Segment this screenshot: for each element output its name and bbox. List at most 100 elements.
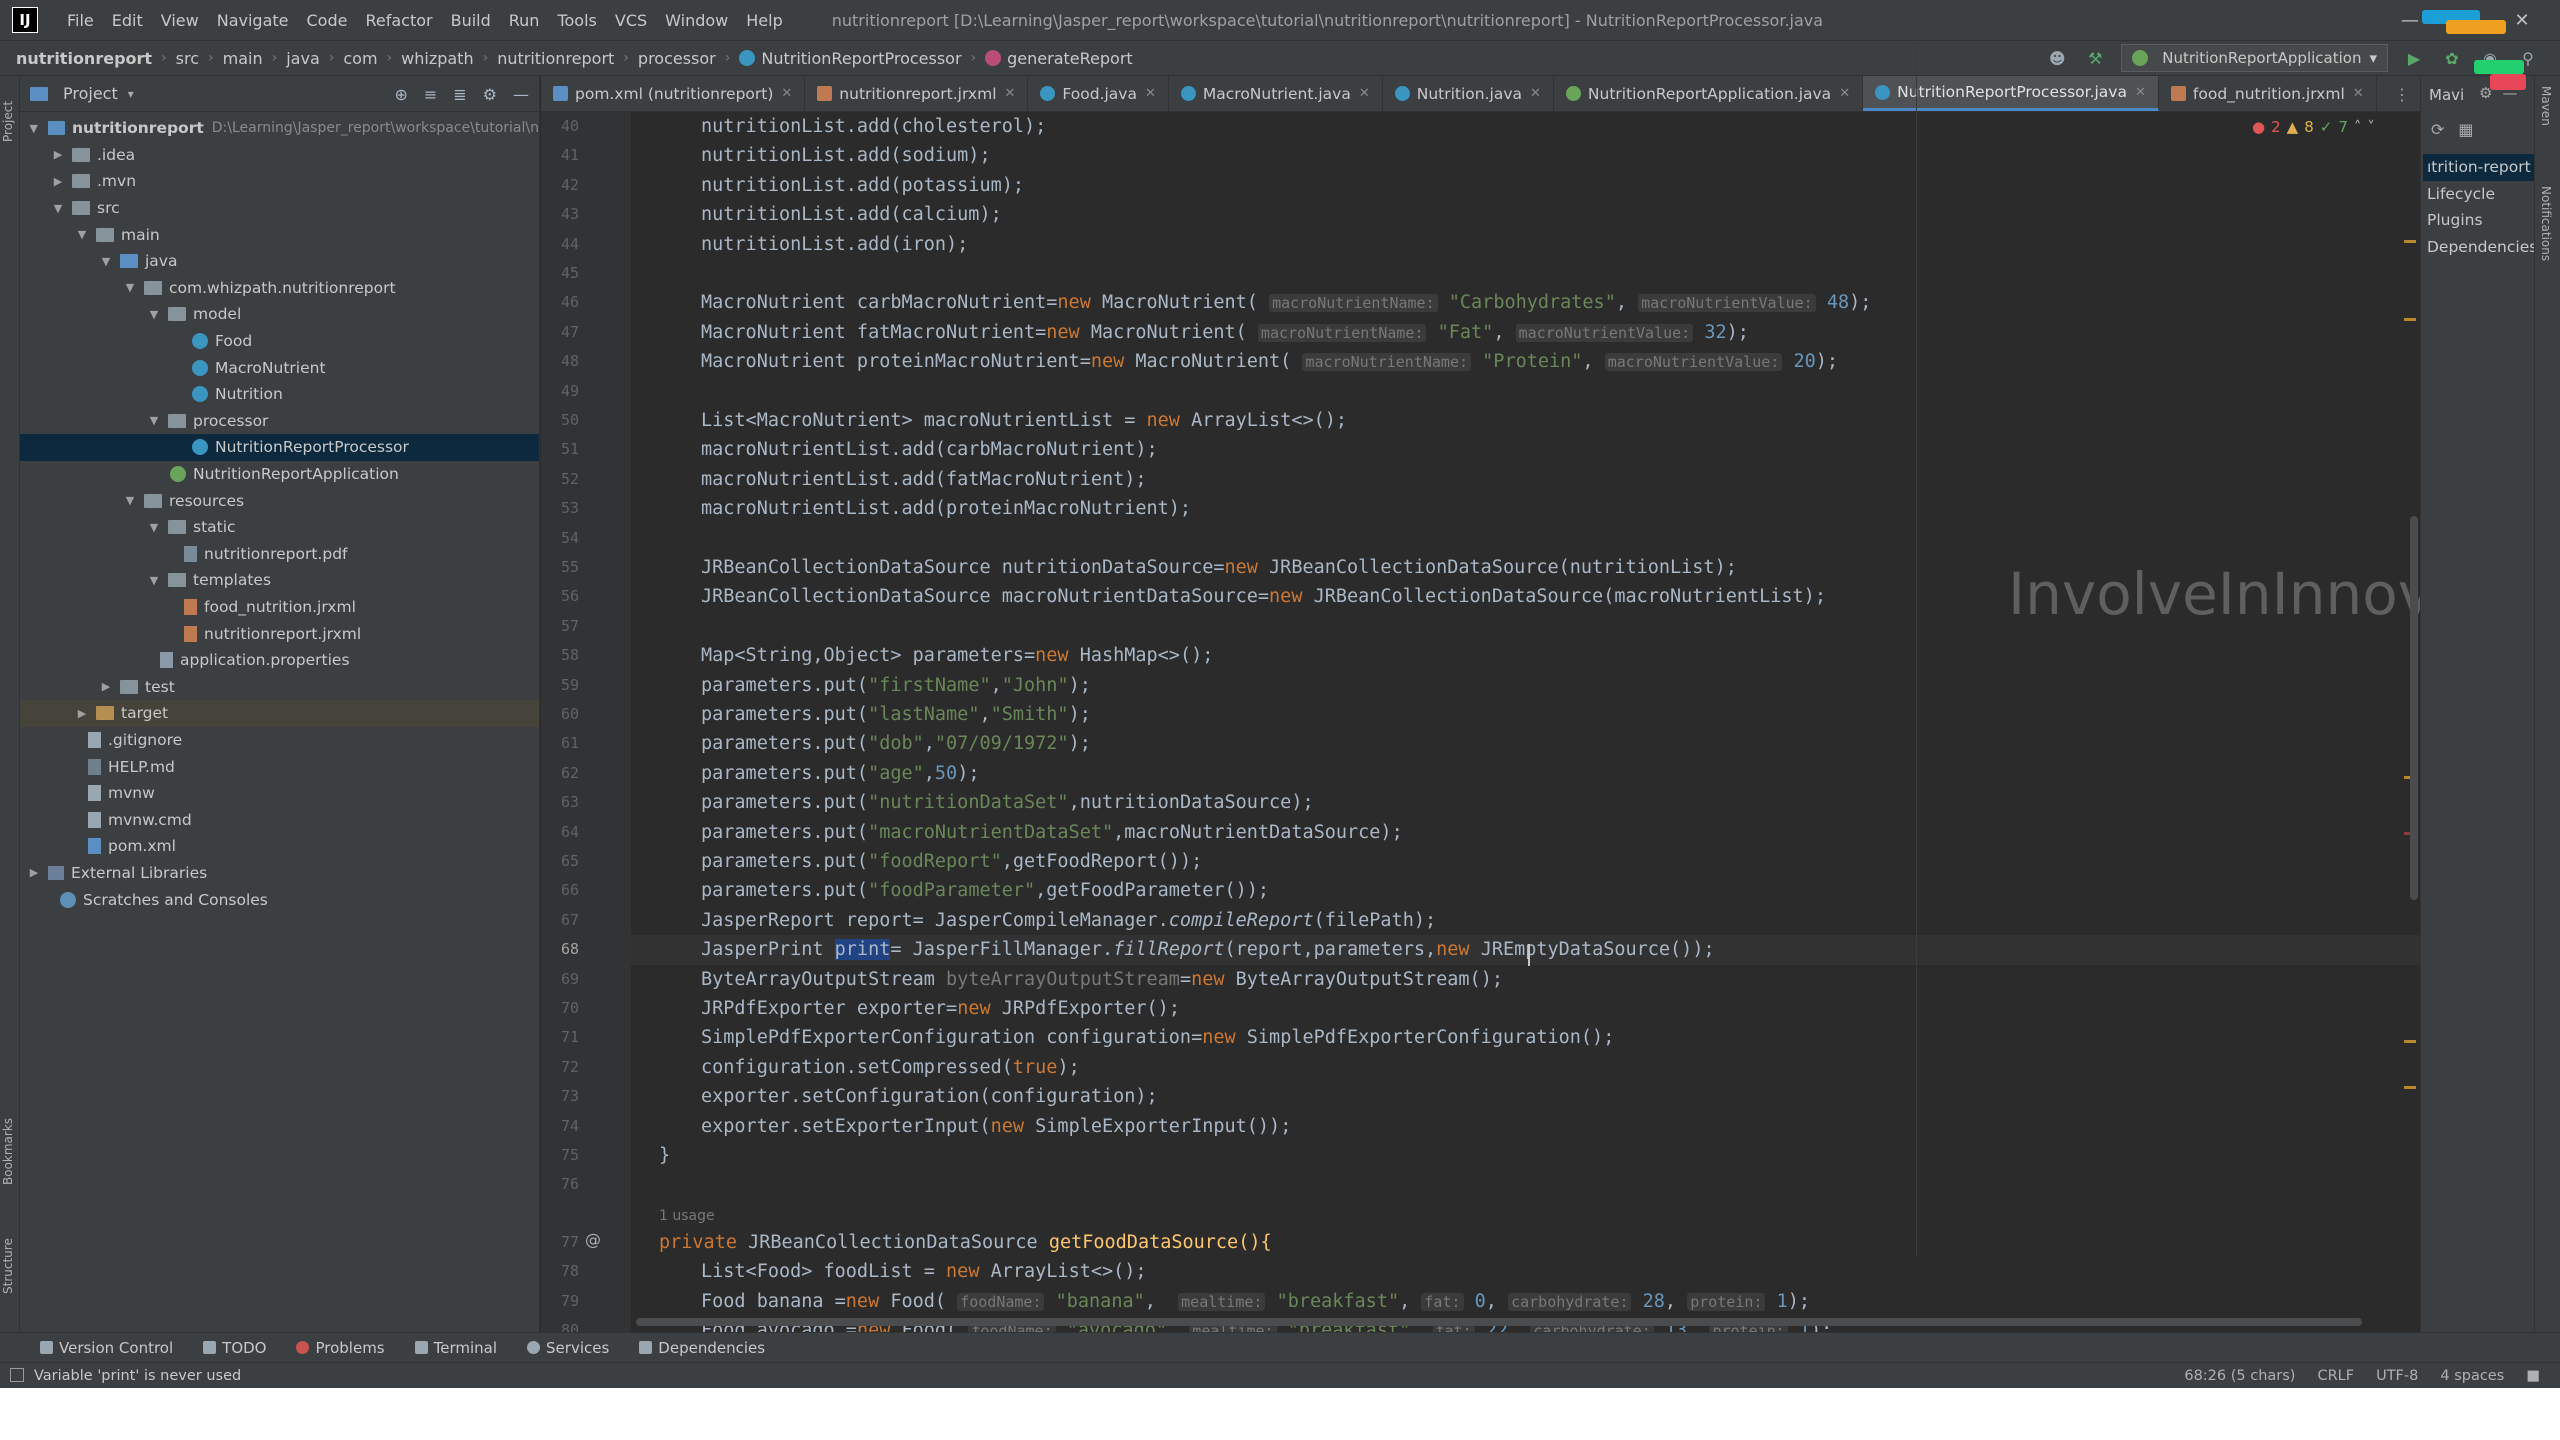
chevron-down-icon[interactable]: ▾ xyxy=(128,87,134,101)
tree-item[interactable]: Nutrition xyxy=(20,381,539,408)
tree-item[interactable]: ▶ .idea xyxy=(20,142,539,169)
tab-pom-xml[interactable]: pom.xml (nutritionreport) ✕ xyxy=(541,76,806,111)
menu-view[interactable]: View xyxy=(152,11,208,30)
breadcrumb-item[interactable]: java xyxy=(286,49,320,68)
project-panel-title[interactable]: Project xyxy=(63,84,118,103)
tree-item[interactable]: ▼ main xyxy=(20,221,539,248)
maven-panel-title[interactable]: Mavi xyxy=(2429,86,2464,104)
collapse-all-icon[interactable]: ≣ xyxy=(453,85,466,104)
menu-refactor[interactable]: Refactor xyxy=(356,11,441,30)
annotation-at-icon[interactable]: @ xyxy=(585,1230,601,1249)
tree-item[interactable]: Scratches and Consoles xyxy=(20,886,539,913)
close-icon[interactable]: ✕ xyxy=(1530,86,1541,101)
chevron-right-icon[interactable]: ▶ xyxy=(50,148,66,161)
todo-tool-button[interactable]: TODO xyxy=(203,1339,266,1357)
run-configuration-select[interactable]: NutritionReportApplication ▾ xyxy=(2121,44,2388,72)
breadcrumb-item[interactable]: src xyxy=(176,49,199,68)
gear-icon[interactable]: ⚙ xyxy=(483,85,497,104)
debug-icon[interactable]: ✿ xyxy=(2440,46,2464,70)
tree-item[interactable]: nutritionreport.pdf xyxy=(20,541,539,568)
dependencies-tool-button[interactable]: Dependencies xyxy=(639,1339,765,1357)
locate-icon[interactable]: ⊕ xyxy=(394,85,407,104)
refresh-icon[interactable]: ⟳ xyxy=(2431,120,2444,139)
tab-food-java[interactable]: Food.java ✕ xyxy=(1028,76,1169,111)
close-icon[interactable]: ✕ xyxy=(781,86,792,101)
horizontal-scrollbar[interactable] xyxy=(636,1318,2362,1326)
maven-dependencies-item[interactable]: Dependencies xyxy=(2423,234,2535,261)
tree-item[interactable]: food_nutrition.jrxml xyxy=(20,594,539,621)
chevron-right-icon[interactable]: ▶ xyxy=(98,680,114,693)
breadcrumb-item[interactable]: generateReport xyxy=(1007,49,1133,68)
maven-folder-icon[interactable]: ▦ xyxy=(2458,120,2473,139)
tree-item[interactable]: pom.xml xyxy=(20,833,539,860)
tree-item-root[interactable]: ▼ nutritionreport D:\Learning\Jasper_repor… xyxy=(20,115,539,142)
menu-file[interactable]: File xyxy=(58,11,103,30)
chevron-down-icon[interactable]: ▼ xyxy=(26,122,42,135)
tab-macronutrient-java[interactable]: MacroNutrient.java ✕ xyxy=(1169,76,1383,111)
tree-item[interactable]: ▼ templates xyxy=(20,567,539,594)
status-toggle-icon[interactable] xyxy=(10,1368,24,1382)
menu-help[interactable]: Help xyxy=(737,11,791,30)
tree-item[interactable]: Food xyxy=(20,328,539,355)
tab-nutrition-java[interactable]: Nutrition.java ✕ xyxy=(1383,76,1554,111)
code-editor[interactable]: nutritionList.add(cholesterol); nutritio… xyxy=(631,112,2420,1332)
tree-item[interactable]: HELP.md xyxy=(20,753,539,780)
close-icon[interactable]: ✕ xyxy=(2353,86,2364,101)
tree-item[interactable]: ▼ resources xyxy=(20,487,539,514)
lock-icon[interactable]: ■ xyxy=(2526,1368,2540,1384)
tab-nutritionreportprocessor-java[interactable]: NutritionReportProcessor.java ✕ xyxy=(1863,76,2159,111)
breadcrumb-item[interactable]: com xyxy=(343,49,377,68)
close-icon[interactable]: ✕ xyxy=(1145,86,1156,101)
close-icon[interactable]: ✕ xyxy=(2135,85,2146,100)
tree-item[interactable]: NutritionReportApplication xyxy=(20,461,539,488)
tree-item[interactable]: ▼ processor xyxy=(20,408,539,435)
usages-hint[interactable]: 1 usage xyxy=(659,1208,715,1224)
breadcrumb-item[interactable]: nutritionreport xyxy=(16,49,152,68)
intellij-logo-icon[interactable]: IJ xyxy=(12,7,38,33)
tree-item[interactable]: ▼ java xyxy=(20,248,539,275)
services-tool-button[interactable]: Services xyxy=(527,1339,609,1357)
tree-item[interactable]: ▼ model xyxy=(20,301,539,328)
chevron-right-icon[interactable]: ▶ xyxy=(74,707,90,720)
breadcrumb-item[interactable]: main xyxy=(223,49,263,68)
tab-food-nutrition-jrxml[interactable]: food_nutrition.jrxml ✕ xyxy=(2159,76,2377,111)
code-vision-hint[interactable]: 1 usage xyxy=(659,1200,715,1229)
menu-tools[interactable]: Tools xyxy=(548,11,605,30)
breadcrumb-item[interactable]: processor xyxy=(638,49,716,68)
user-icon[interactable]: ☻ xyxy=(2045,46,2069,70)
tree-item[interactable]: application.properties xyxy=(20,647,539,674)
warning-marker[interactable] xyxy=(2404,1040,2416,1043)
structure-tool-button[interactable]: Structure xyxy=(1,1226,19,1306)
tree-item-selected[interactable]: NutritionReportProcessor xyxy=(20,434,539,461)
tree-item[interactable]: mvnw.cmd xyxy=(20,806,539,833)
chevron-down-icon[interactable]: ▼ xyxy=(74,228,90,241)
maven-plugins-item[interactable]: Plugins xyxy=(2423,207,2535,234)
file-encoding[interactable]: UTF-8 xyxy=(2376,1368,2418,1384)
tree-item[interactable]: mvnw xyxy=(20,780,539,807)
tree-item[interactable]: ▶ target xyxy=(20,700,539,727)
caret-position[interactable]: 68:26 (5 chars) xyxy=(2184,1368,2295,1384)
breadcrumb-item[interactable]: nutritionreport xyxy=(497,49,614,68)
indent-setting[interactable]: 4 spaces xyxy=(2440,1368,2504,1384)
menu-build[interactable]: Build xyxy=(442,11,500,30)
chevron-down-icon[interactable]: ▼ xyxy=(122,494,138,507)
menu-window[interactable]: Window xyxy=(656,11,737,30)
tree-item[interactable]: MacroNutrient xyxy=(20,354,539,381)
warning-marker[interactable] xyxy=(2404,318,2416,321)
menu-run[interactable]: Run xyxy=(500,11,549,30)
chevron-down-icon[interactable]: ▼ xyxy=(50,202,66,215)
vertical-scrollbar[interactable] xyxy=(2410,516,2418,900)
tree-item[interactable]: ▶ test xyxy=(20,673,539,700)
chevron-down-icon[interactable]: ˅ xyxy=(2367,118,2375,136)
chevron-down-icon[interactable]: ▼ xyxy=(146,308,162,321)
chevron-down-icon[interactable]: ▼ xyxy=(146,521,162,534)
problems-tool-button[interactable]: Problems xyxy=(296,1339,385,1357)
menu-navigate[interactable]: Navigate xyxy=(208,11,298,30)
build-hammer-icon[interactable]: ⚒ xyxy=(2083,46,2107,70)
menu-vcs[interactable]: VCS xyxy=(606,11,656,30)
tab-nutritionreportapplication-java[interactable]: NutritionReportApplication.java ✕ xyxy=(1554,76,1864,111)
project-tool-button[interactable]: Project xyxy=(1,86,19,156)
maven-lifecycle-item[interactable]: Lifecycle xyxy=(2423,181,2535,208)
warning-marker[interactable] xyxy=(2404,240,2416,243)
inspection-widget[interactable]: ● 2 ▲ 8 ✓ 7 ˄ ˅ xyxy=(2252,118,2375,136)
